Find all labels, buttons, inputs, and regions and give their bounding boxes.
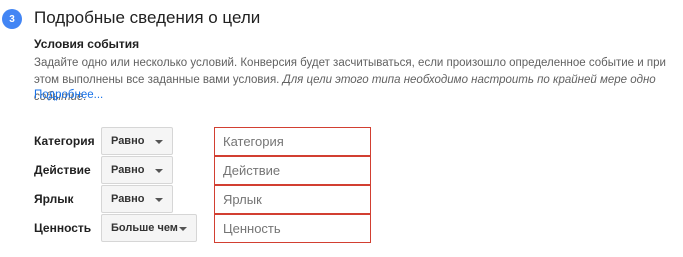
operator-dropdown[interactable]: Равно — [101, 185, 173, 213]
condition-row-label: Ярлык Равно — [0, 185, 683, 214]
step-title: Подробные сведения о цели — [34, 8, 261, 27]
value-input[interactable] — [214, 214, 371, 243]
operator-value: Равно — [111, 193, 145, 205]
caret-down-icon — [155, 140, 163, 144]
label-input[interactable] — [214, 185, 371, 214]
condition-row-value: Ценность Больше чем — [0, 214, 683, 243]
condition-label: Категория — [34, 134, 95, 148]
operator-value: Больше чем — [111, 222, 178, 234]
condition-label: Ярлык — [34, 192, 74, 206]
category-input[interactable] — [214, 127, 371, 156]
section-description: Задайте одно или несколько условий. Конв… — [34, 55, 679, 106]
condition-label: Действие — [34, 163, 91, 177]
operator-dropdown[interactable]: Больше чем — [101, 214, 197, 242]
learn-more-link[interactable]: Подробнее... — [34, 89, 103, 101]
caret-down-icon — [155, 198, 163, 202]
condition-row-category: Категория Равно — [0, 127, 683, 156]
operator-value: Равно — [111, 135, 145, 147]
caret-down-icon — [155, 169, 163, 173]
condition-row-action: Действие Равно — [0, 156, 683, 185]
operator-dropdown[interactable]: Равно — [101, 156, 173, 184]
section-subtitle: Условия события — [34, 37, 140, 51]
caret-down-icon — [179, 227, 187, 231]
operator-value: Равно — [111, 164, 145, 176]
action-input[interactable] — [214, 156, 371, 185]
operator-dropdown[interactable]: Равно — [101, 127, 173, 155]
condition-label: Ценность — [34, 221, 92, 235]
step-number-badge: 3 — [2, 9, 22, 29]
